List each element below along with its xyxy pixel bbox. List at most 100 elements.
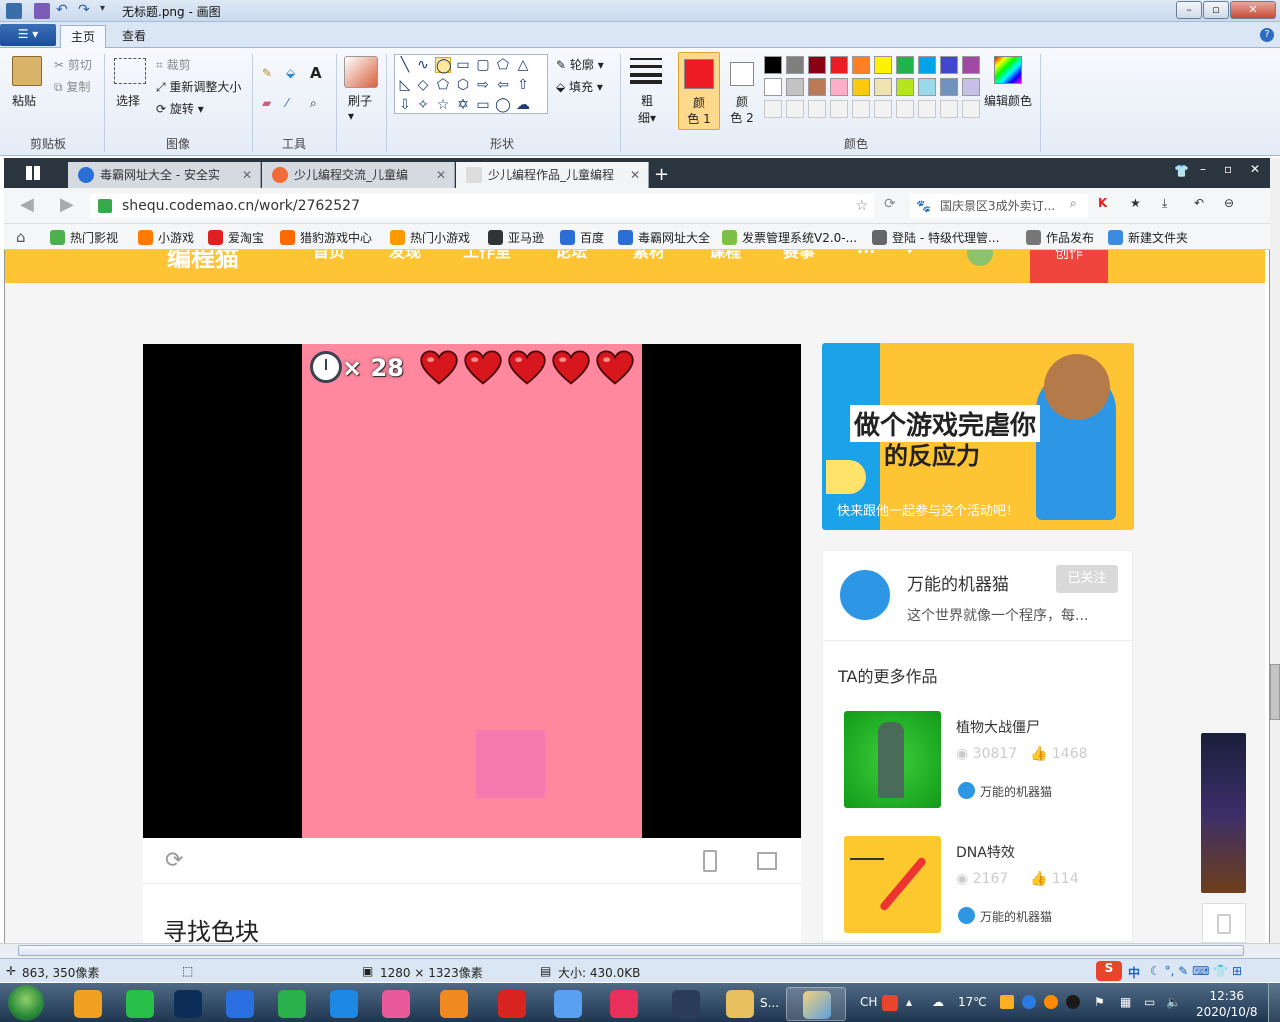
kingsoft-icon[interactable]: K <box>1098 196 1107 210</box>
new-tab-button[interactable]: + <box>654 164 669 185</box>
taskbar-news-icon[interactable] <box>602 987 646 1021</box>
custom-color-slot[interactable] <box>852 100 870 118</box>
help-icon[interactable]: ? <box>1260 28 1274 42</box>
custom-color-slot[interactable] <box>896 100 914 118</box>
tray-flag-icon[interactable]: ⚑ <box>1094 995 1105 1009</box>
left-arrow-shape-icon[interactable]: ⇦ <box>495 77 511 93</box>
tray-sogou-icon[interactable] <box>882 995 898 1011</box>
fill-button[interactable]: ⬙ 填充 ▾ <box>556 78 603 95</box>
tray-language[interactable]: CH <box>860 995 877 1009</box>
custom-color-slot[interactable] <box>940 100 958 118</box>
work-author-pvz[interactable]: 万能的机器猫 <box>958 782 1052 800</box>
nav-assets[interactable]: 素材 <box>633 250 665 262</box>
down-arrow-shape-icon[interactable]: ⇩ <box>397 97 413 113</box>
create-button[interactable]: 创作 <box>1030 250 1108 283</box>
bookmark-item[interactable]: 小游戏 <box>138 229 194 246</box>
palette-swatch[interactable] <box>830 78 848 96</box>
palette-swatch[interactable] <box>786 56 804 74</box>
bookmark-item[interactable]: 亚马逊 <box>488 229 544 246</box>
apps-grid-icon[interactable] <box>26 166 40 180</box>
browser-tab-3[interactable]: 少儿编程作品_儿童编程 ✕ <box>456 162 649 188</box>
nav-forum[interactable]: 论坛 <box>555 250 587 262</box>
back-icon[interactable]: ◀ <box>20 194 34 215</box>
work-thumbnail-dna[interactable] <box>844 836 941 933</box>
pencil-icon[interactable]: ✎ <box>262 66 272 80</box>
nav-home[interactable]: 首页 <box>313 250 345 262</box>
game-icon[interactable]: ⊖ <box>1224 196 1234 210</box>
taskbar-photoshop-icon[interactable] <box>166 987 210 1021</box>
vertical-scroll-thumb[interactable] <box>1270 664 1280 720</box>
taskbar-feishu-icon[interactable] <box>546 987 590 1021</box>
mobile-view-icon[interactable] <box>703 850 717 872</box>
bookmark-item[interactable]: 毒霸网址大全 <box>618 229 710 246</box>
outline-button[interactable]: ✎ 轮廓 ▾ <box>556 56 604 73</box>
notification-bell-icon[interactable]: ▼ <box>905 250 914 256</box>
taskbar-ie-icon[interactable] <box>322 987 366 1021</box>
taskbar-recorder-icon[interactable] <box>490 987 534 1021</box>
nav-events[interactable]: 赛事 <box>783 250 815 262</box>
palette-swatch[interactable] <box>786 78 804 96</box>
edit-colors-button[interactable]: 编辑颜色 <box>984 92 1032 109</box>
nav-courses[interactable]: 课程 <box>709 250 741 262</box>
forward-icon[interactable]: ▶ <box>60 194 74 215</box>
copy-button[interactable]: ⧉ 复制 <box>54 78 90 95</box>
nav-studio[interactable]: 工作室 <box>463 250 511 262</box>
tray-shield-icon[interactable] <box>1022 995 1036 1009</box>
fill-bucket-icon[interactable]: ⬙ <box>286 66 295 80</box>
text-tool-icon[interactable]: A <box>310 64 322 82</box>
palette-swatch[interactable] <box>896 56 914 74</box>
customize-qat-icon[interactable]: ▾ <box>100 3 116 19</box>
palette-swatch[interactable] <box>918 78 936 96</box>
author-name[interactable]: 万能的机器猫 <box>907 570 1009 595</box>
nav-more[interactable]: ... <box>857 250 875 257</box>
magnifier-icon[interactable]: ⌕ <box>310 96 317 111</box>
palette-swatch[interactable] <box>918 56 936 74</box>
url-input[interactable]: shequ.codemao.cn/work/2762527 ☆ <box>90 194 874 218</box>
taskbar-clock[interactable]: 12:36 2020/10/8 <box>1196 988 1258 1020</box>
tray-volume-icon[interactable]: 🔈 <box>1166 995 1181 1009</box>
crop-button[interactable]: ⌗ 裁剪 <box>156 56 191 73</box>
taskbar-game-icon[interactable] <box>664 987 708 1021</box>
bookmark-item[interactable]: 发票管理系统V2.0-... <box>722 229 857 246</box>
callout-rect-icon[interactable]: ▭ <box>475 97 491 113</box>
tray-app-icon[interactable] <box>1000 995 1014 1009</box>
author-avatar[interactable] <box>838 568 892 622</box>
download-icon[interactable]: ⤓ <box>1162 196 1167 211</box>
game-play-area[interactable] <box>302 344 642 838</box>
work-title-dna[interactable]: DNA特效 <box>956 842 1015 862</box>
size-button[interactable]: 粗细▾ <box>638 92 656 126</box>
save-icon[interactable] <box>34 3 50 19</box>
bookmark-item[interactable]: 作品发布 <box>1026 229 1094 246</box>
palette-swatch[interactable] <box>940 78 958 96</box>
close-button[interactable]: ✕ <box>1230 1 1276 19</box>
tray-duba-icon[interactable] <box>1044 995 1058 1009</box>
taskbar-app-store-icon[interactable] <box>66 987 110 1021</box>
tab-close-icon[interactable]: ✕ <box>436 162 446 188</box>
maximize-button[interactable]: ▫ <box>1203 1 1229 19</box>
paste-button[interactable]: 粘贴 <box>12 92 36 109</box>
color-picker-icon[interactable]: ⁄ <box>286 96 288 110</box>
oval-shape-icon[interactable]: ◯ <box>435 57 452 74</box>
hexagon-shape-icon[interactable]: ⬡ <box>455 77 471 93</box>
minimize-button[interactable]: – <box>1176 1 1202 19</box>
palette-swatch[interactable] <box>852 78 870 96</box>
palette-swatch[interactable] <box>830 56 848 74</box>
custom-color-slot[interactable] <box>830 100 848 118</box>
brushes-button[interactable]: 刷子 ▾ <box>348 92 372 123</box>
redo-icon[interactable]: ↷ <box>78 3 94 19</box>
bookmark-item[interactable]: 热门影视 <box>50 229 118 246</box>
right-arrow-shape-icon[interactable]: ⇨ <box>475 77 491 93</box>
callout-cloud-icon[interactable]: ☁ <box>515 97 531 113</box>
bookmark-item[interactable]: 登陆 - 特级代理管... <box>872 229 999 246</box>
diamond-shape-icon[interactable]: ◇ <box>415 77 431 93</box>
follow-button[interactable]: 已关注 <box>1056 565 1118 593</box>
bookmark-item[interactable]: 爱淘宝 <box>208 229 264 246</box>
tab-view[interactable]: 查看 <box>112 25 156 48</box>
palette-swatch[interactable] <box>764 56 782 74</box>
bookmark-item[interactable]: 新建文件夹 <box>1108 229 1188 246</box>
browser-restore-button[interactable]: ▫ <box>1224 162 1232 176</box>
bookmark-item[interactable]: 热门小游戏 <box>390 229 470 246</box>
browser-skin-icon[interactable]: 👕 <box>1174 164 1189 178</box>
tray-network-icon[interactable]: ▦ <box>1120 995 1131 1009</box>
tray-display-icon[interactable]: ▭ <box>1144 995 1155 1009</box>
